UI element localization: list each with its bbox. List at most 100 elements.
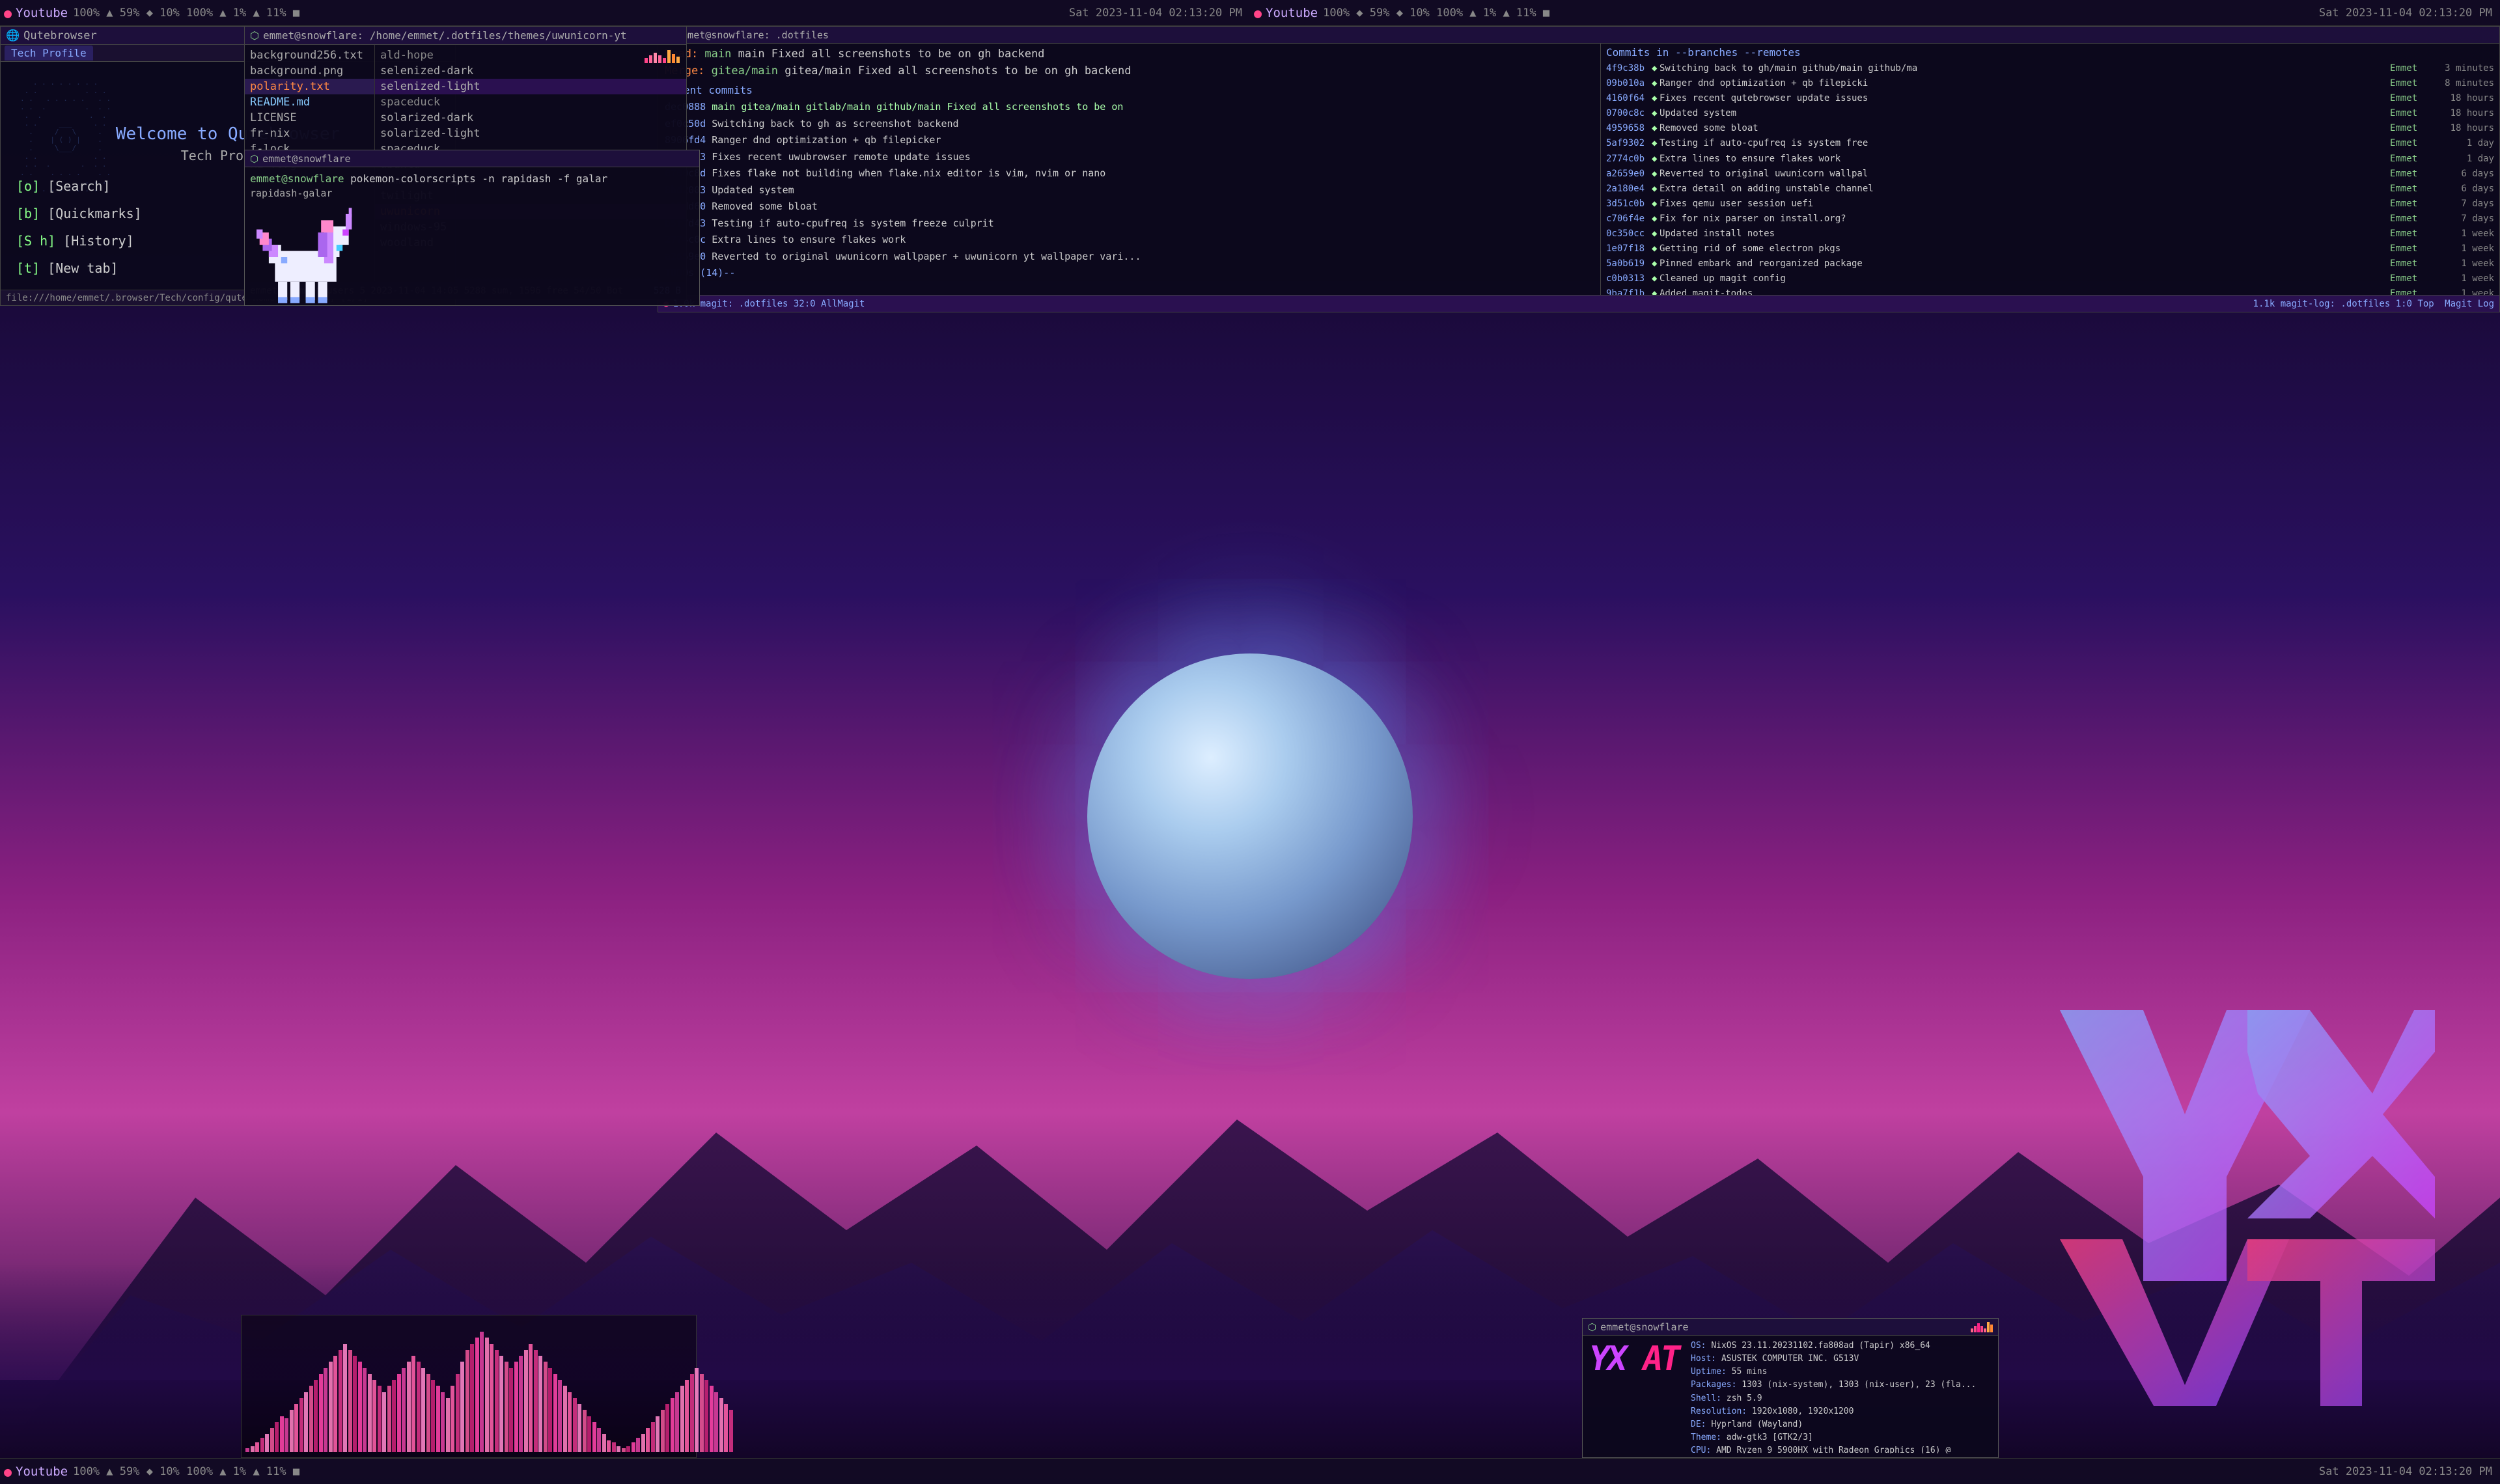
panel-git: ⬡ emmet@snowflare: .dotfiles Head: main … <box>658 26 2500 312</box>
fb-nav-background256[interactable]: background256.txt <box>245 48 374 63</box>
neofetch-icon: ⬡ <box>1588 1321 1596 1333</box>
vis-bar-51 <box>495 1350 499 1452</box>
rc-row-2: 4160f64◆Fixes recent qutebrowser update … <box>1606 91 2494 106</box>
rc-row-6: 2774c0b◆Extra lines to ensure flakes wor… <box>1606 152 2494 167</box>
commits-header: Commits in --branches --remotes <box>1606 46 2494 59</box>
vis-bar-88 <box>675 1392 679 1453</box>
vis-bar-2 <box>255 1442 259 1452</box>
msg-1: Switching back to gh as screenshot backe… <box>712 118 958 130</box>
vis-bar-83 <box>651 1422 655 1452</box>
vis-bar-18 <box>333 1356 337 1452</box>
neofetch-info: OS: NixOS 23.11.20231102.fa808ad (Tapir)… <box>1691 1340 1994 1453</box>
vis-bar-25 <box>368 1374 372 1452</box>
rc-hash-11: 0c350cc <box>1606 227 1652 241</box>
fb-term-icon: ⬡ <box>250 29 259 42</box>
fb-cs-sol-light[interactable]: solarized-light <box>375 126 686 141</box>
msg-3: Fixes recent uwubrowser remote update is… <box>712 151 970 163</box>
msg-5: Updated system <box>712 184 794 196</box>
git-commit-row-8: 2774c0c Extra lines to ensure flakes wor… <box>665 232 1594 249</box>
fb-cs-selenized-dark[interactable]: selenized-dark <box>375 63 686 79</box>
rc-row-9: 3d51c0b◆Fixes qemu user session uefiEmme… <box>1606 197 2494 212</box>
vis-bar-77 <box>622 1448 626 1452</box>
vis-bar-96 <box>714 1392 718 1453</box>
rc-hash-3: 0700c8c <box>1606 106 1652 121</box>
vis-bar-40 <box>441 1392 445 1453</box>
vis-bar-54 <box>509 1368 513 1453</box>
rc-bullet-4: ◆ <box>1652 121 1660 136</box>
abstract-logo <box>2018 989 2435 1445</box>
rc-bullet-2: ◆ <box>1652 91 1660 106</box>
rc-time-11: 1 week <box>2436 227 2494 241</box>
vis-bar-15 <box>319 1374 323 1452</box>
taskbar-left-dot: ● <box>4 5 12 21</box>
rc-hash-9: 3d51c0b <box>1606 197 1652 212</box>
pokemon-sprite <box>250 202 374 312</box>
vis-bar-99 <box>729 1410 733 1452</box>
rc-hash-5: 5af9302 <box>1606 136 1652 151</box>
rc-bullet-3: ◆ <box>1652 106 1660 121</box>
panel-pokemon-term: ⬡ emmet@snowflare emmet@snowflare pokemo… <box>244 150 700 306</box>
vis-bar-27 <box>378 1386 382 1452</box>
msg-4: Fixes flake not building when flake.nix … <box>712 167 1105 179</box>
neo-cpu-val: AMD Ryzen 9 5900HX with Radeon Graphics … <box>1716 1446 1951 1453</box>
vis-bar-64 <box>558 1380 562 1452</box>
rc-auth-12: Emmet <box>2390 241 2436 256</box>
taskbar-left-time: Sat 2023-11-04 02:13:20 PM <box>1069 7 1250 20</box>
qute-title-text: Qutebrowser <box>23 29 97 42</box>
neo-shell-val: zsh 5.9 <box>1727 1394 1762 1403</box>
rc-msg-0: Switching back to gh/main github/main gi… <box>1660 61 2390 76</box>
git-left-pane: Head: main main Fixed all screenshots to… <box>658 44 1601 296</box>
taskbar-bottom-left-dot: ● <box>4 1464 12 1479</box>
vis-bar-47 <box>475 1338 479 1452</box>
fb-nav-license[interactable]: LICENSE <box>245 110 374 126</box>
vis-bar-56 <box>519 1356 523 1452</box>
git-commit-row-3: 4460f63 Fixes recent uwubrowser remote u… <box>665 149 1594 166</box>
rc-auth-8: Emmet <box>2390 182 2436 197</box>
qute-title-icon: 🌐 <box>6 29 20 42</box>
neo-uptime-key: Uptime: <box>1691 1367 1732 1377</box>
git-title: emmet@snowflare: .dotfiles <box>676 29 829 41</box>
fb-cs-selenized-light[interactable]: selenized-light <box>375 79 686 94</box>
vis-bar-82 <box>646 1428 650 1452</box>
vis-bar-36 <box>421 1368 425 1453</box>
fb-cs-spaceduck[interactable]: spaceduck <box>375 94 686 110</box>
rc-msg-10: Fix for nix parser on install.org? <box>1660 212 2390 227</box>
vis-bar-8 <box>285 1418 288 1452</box>
vis-bar-55 <box>514 1362 518 1452</box>
fb-cs-sol-dark[interactable]: solarized-dark <box>375 110 686 126</box>
magit-status-right: 1.1k magit-log: .dotfiles 1:0 Top Magit … <box>2253 299 2494 309</box>
vis-bar-79 <box>632 1442 635 1452</box>
rc-bullet-8: ◆ <box>1652 182 1660 197</box>
rc-hash-13: 5a0b619 <box>1606 256 1652 271</box>
fb-cs-aladnope[interactable]: ald-hope <box>375 48 686 63</box>
neo-pkg-val: 1303 (nix-system), 1303 (nix-user), 23 (… <box>1742 1380 1976 1390</box>
rc-time-2: 18 hours <box>2436 91 2494 106</box>
rc-time-6: 1 day <box>2436 152 2494 167</box>
fb-nav-backgroundpng[interactable]: background.png <box>245 63 374 79</box>
rc-auth-13: Emmet <box>2390 256 2436 271</box>
vis-bar-6 <box>275 1422 279 1452</box>
git-commit-row-9: a2659e0 Reverted to original uwunicorn w… <box>665 249 1594 266</box>
neo-shell-key: Shell: <box>1691 1394 1727 1403</box>
rc-time-5: 1 day <box>2436 136 2494 151</box>
fb-nav-polarity[interactable]: polarity.txt <box>245 79 374 94</box>
fb-nav-frnix[interactable]: fr-nix <box>245 126 374 141</box>
rc-hash-12: 1e07f18 <box>1606 241 1652 256</box>
neo-de: DE: Hyprland (Wayland) <box>1691 1418 1994 1431</box>
neo-res-val: 1920x1080, 1920x1200 <box>1752 1407 1854 1416</box>
vis-bar-42 <box>451 1386 454 1452</box>
vis-bar-10 <box>294 1404 298 1452</box>
vis-bar-38 <box>431 1380 435 1452</box>
qute-tab-active[interactable]: Tech Profile <box>5 46 93 61</box>
fb-title: emmet@snowflare: /home/emmet/.dotfiles/t… <box>263 29 627 42</box>
rc-hash-10: c706f4e <box>1606 212 1652 227</box>
rc-auth-3: Emmet <box>2390 106 2436 121</box>
vis-bar-45 <box>465 1350 469 1452</box>
rc-bullet-5: ◆ <box>1652 136 1660 151</box>
vis-bar-95 <box>710 1386 714 1452</box>
pokemon-titlebar: ⬡ emmet@snowflare <box>245 150 699 167</box>
vis-bar-17 <box>329 1362 333 1452</box>
neo-cpu: CPU: AMD Ryzen 9 5900HX with Radeon Grap… <box>1691 1444 1994 1453</box>
neo-host-val: ASUSTEK COMPUTER INC. G513V <box>1721 1354 1859 1364</box>
fb-nav-readme[interactable]: README.md <box>245 94 374 110</box>
